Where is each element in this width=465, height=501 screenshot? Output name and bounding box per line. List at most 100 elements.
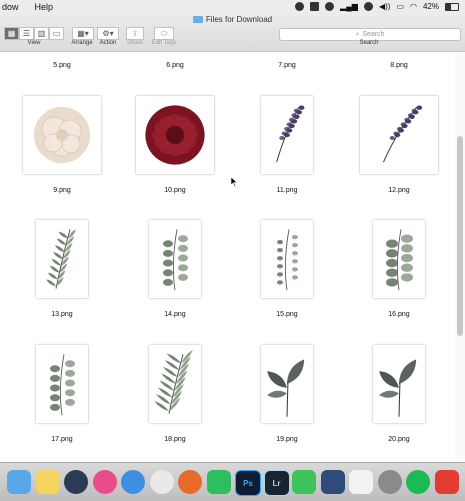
file-item[interactable]: 8.png (344, 52, 454, 100)
share-label: Share (126, 40, 143, 46)
menu-help[interactable]: Help (35, 2, 54, 12)
notes-app-icon[interactable] (35, 470, 60, 494)
file-thumbnail[interactable] (149, 345, 201, 423)
menu-window[interactable]: dow (2, 2, 19, 12)
thumbnail-artwork (154, 349, 193, 414)
share-button[interactable]: ⇪ (126, 27, 144, 40)
column-view-button[interactable]: ▥ (34, 27, 49, 40)
file-item[interactable]: 12.png (344, 96, 454, 196)
gallery-view-button[interactable]: ▭ (49, 27, 64, 40)
file-name[interactable]: 11.png (232, 187, 342, 194)
file-name[interactable]: 9.png (7, 187, 117, 194)
wifi-icon[interactable]: ◠ (410, 2, 417, 11)
file-item[interactable]: 11.png (232, 96, 342, 196)
finder-app-icon[interactable] (7, 470, 31, 494)
file-item[interactable]: 5.png (7, 52, 117, 100)
file-thumbnail[interactable] (23, 96, 101, 174)
thumbnail-artwork (276, 105, 305, 163)
file-thumbnail[interactable] (149, 220, 201, 298)
creative-cloud-icon[interactable] (324, 2, 334, 11)
file-thumbnail[interactable] (373, 345, 425, 423)
columns-icon: ▥ (37, 28, 46, 38)
action-label: Action (99, 40, 117, 46)
file-item[interactable]: 13.png (7, 220, 117, 320)
arrange-button[interactable]: ▦▾ (72, 27, 94, 40)
file-name[interactable]: 10.png (120, 187, 230, 194)
edit-tags-control: ⬭ (154, 27, 174, 40)
file-thumbnail[interactable] (136, 96, 214, 174)
thumbnail-artwork (33, 106, 91, 164)
thumbnail-artwork (145, 105, 205, 165)
file-name[interactable]: 14.png (120, 311, 230, 318)
folder-icon (192, 16, 203, 23)
lightroom-app-icon[interactable]: Lr (263, 470, 290, 496)
vnc-app-icon[interactable] (320, 470, 345, 494)
file-item[interactable]: 20.png (344, 345, 454, 445)
file-name[interactable]: 17.png (7, 436, 117, 443)
edit-tags-button[interactable]: ⬭ (154, 27, 174, 40)
file-thumbnail[interactable] (36, 220, 88, 298)
thumbnail-artwork (382, 105, 423, 163)
speaker-icon[interactable]: ◀)) (379, 2, 390, 11)
tag-icon: ⬭ (160, 28, 168, 38)
file-thumbnail[interactable] (360, 96, 438, 174)
file-item[interactable]: 10.png (120, 96, 230, 196)
file-item[interactable]: 19.png (232, 345, 342, 445)
dock: Ps Lr (0, 462, 465, 501)
file-item[interactable]: 9.png (7, 96, 117, 196)
chrome-app-icon[interactable] (149, 470, 174, 494)
file-item[interactable]: 16.png (344, 220, 454, 320)
file-name[interactable]: 20.png (344, 436, 454, 443)
file-thumbnail[interactable] (261, 220, 313, 298)
stop-record-icon[interactable] (309, 2, 319, 11)
icon-view-button[interactable]: ▦ (4, 27, 19, 40)
evernote-app-icon[interactable] (206, 470, 231, 494)
action-button[interactable]: ⚙▾ (97, 27, 119, 40)
photoshop-app-icon[interactable]: Ps (235, 470, 261, 496)
file-thumbnail[interactable] (36, 345, 88, 423)
file-name[interactable]: 12.png (344, 187, 454, 194)
file-thumbnail[interactable] (261, 96, 313, 174)
file-name[interactable]: 16.png (344, 311, 454, 318)
battery-percentage[interactable]: 42% (423, 2, 439, 11)
charts-app-icon[interactable] (349, 470, 373, 494)
system-preferences-app-icon[interactable] (377, 470, 402, 494)
file-item[interactable]: 18.png (120, 345, 230, 445)
dropbox-icon[interactable] (363, 2, 373, 11)
edit-tags-label: Edit Tags (151, 40, 177, 46)
quicktime-app-icon[interactable] (64, 470, 88, 494)
file-item[interactable]: 14.png (120, 220, 230, 320)
safari-app-icon[interactable] (121, 470, 145, 494)
file-name[interactable]: 13.png (7, 311, 117, 318)
cast-icon[interactable]: ▭ (396, 2, 404, 11)
scrollbar-thumb[interactable] (457, 136, 463, 336)
file-item[interactable]: 6.png (120, 52, 230, 100)
thumbnail-artwork (379, 359, 417, 417)
share-control: ⇪ (126, 27, 144, 40)
file-name[interactable]: 5.png (7, 62, 117, 69)
share-icon: ⇪ (131, 28, 139, 38)
file-name[interactable]: 7.png (232, 62, 342, 69)
file-name[interactable]: 15.png (232, 311, 342, 318)
window-title: Files for Download (0, 15, 465, 24)
file-name[interactable]: 8.png (344, 62, 454, 69)
search-placeholder: Search (362, 31, 385, 38)
finder-toolbar: Files for Download ▦ ☰ ▥ ▭ View ▦▾ Arran… (0, 13, 465, 52)
firefox-app-icon[interactable] (178, 470, 202, 494)
file-name[interactable]: 18.png (120, 436, 230, 443)
battery-icon[interactable] (445, 2, 459, 11)
creative-cloud-app-icon[interactable] (434, 470, 459, 494)
file-item[interactable]: 7.png (232, 52, 342, 100)
file-thumbnail[interactable] (373, 220, 425, 298)
file-item[interactable]: 17.png (7, 345, 117, 445)
file-name[interactable]: 19.png (232, 436, 342, 443)
file-name[interactable]: 6.png (120, 62, 230, 69)
wifi-signal-icon[interactable]: ▂▄▆ (340, 2, 358, 11)
facetime-app-icon[interactable] (292, 470, 316, 494)
list-view-button[interactable]: ☰ (19, 27, 34, 40)
file-thumbnail[interactable] (261, 345, 313, 423)
file-item[interactable]: 15.png (232, 220, 342, 320)
spotify-app-icon[interactable] (406, 470, 430, 494)
itunes-app-icon[interactable] (92, 470, 117, 494)
camera-icon[interactable] (294, 2, 304, 11)
